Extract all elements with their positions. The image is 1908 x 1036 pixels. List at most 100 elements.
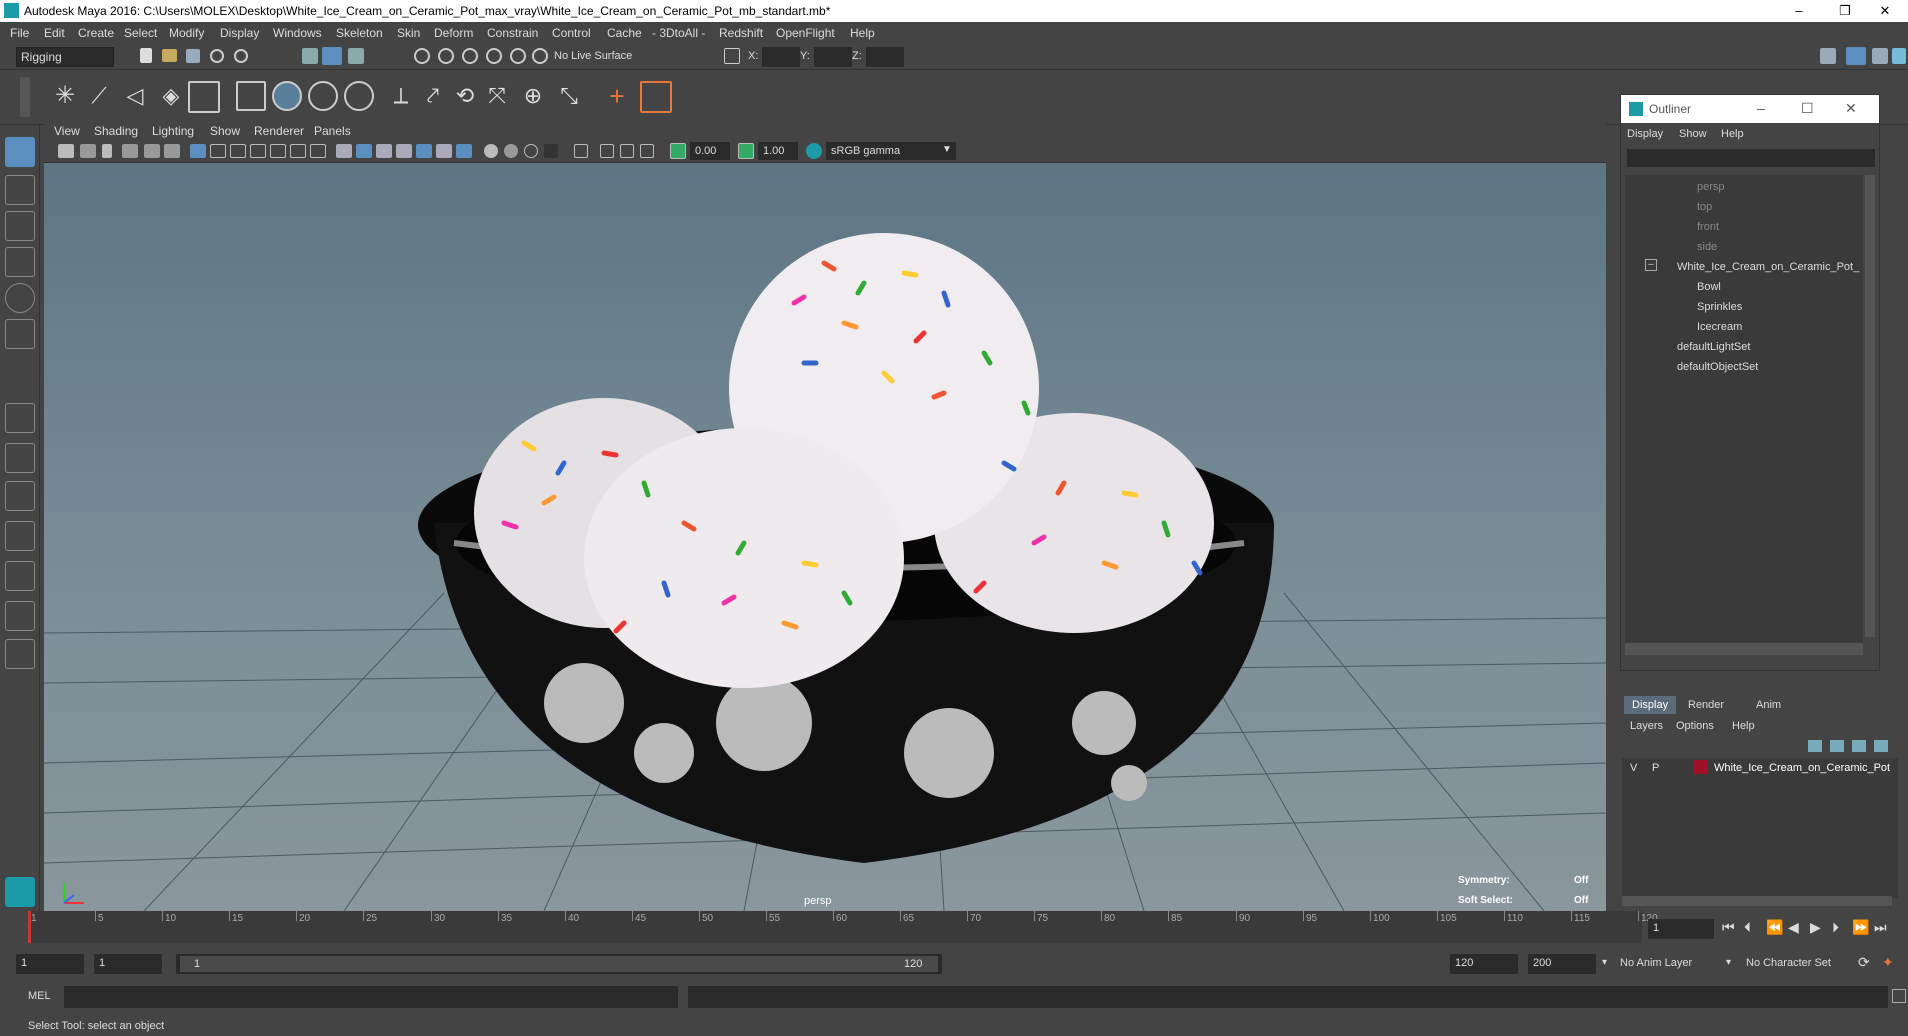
time-slider-track[interactable]: 1 5 10 15 20 25 30 35 40 45 50 55 60 65 70 75 80 85 90 95 10… <box>28 911 1658 943</box>
joint-tool-icon[interactable]: ✳ <box>52 83 78 109</box>
undo-icon[interactable] <box>210 49 224 63</box>
layer-menu-help[interactable]: Help <box>1732 720 1755 732</box>
lasso-tool-icon[interactable] <box>5 175 35 205</box>
select-object-icon[interactable] <box>322 47 342 65</box>
bind-skin-icon[interactable] <box>236 81 266 111</box>
camera-select-icon[interactable] <box>58 144 74 158</box>
viewport-scene[interactable]: persp Symmetry: Off Soft Select: Off <box>44 163 1606 911</box>
script-editor-icon[interactable] <box>1892 989 1906 1003</box>
outliner-item-side[interactable]: side <box>1697 241 1717 253</box>
step-forward-icon[interactable]: ⏵ <box>1832 919 1839 936</box>
persp-outliner-layout-icon[interactable] <box>5 521 35 551</box>
y-field[interactable] <box>814 47 852 67</box>
lattice-icon[interactable]: ⤤ <box>420 83 446 109</box>
xray-joints-icon[interactable] <box>620 144 634 158</box>
menu-redshift[interactable]: Redshift <box>719 26 763 40</box>
two-d-pan-icon[interactable] <box>144 144 160 158</box>
redo-icon[interactable] <box>234 49 248 63</box>
orient-joint-icon[interactable]: ◈ <box>158 83 184 109</box>
snap-grid-icon[interactable] <box>414 48 430 64</box>
menu-cache[interactable]: Cache <box>607 26 642 40</box>
gamma-field[interactable]: 1.00 <box>758 142 798 160</box>
outliner-vscrollbar[interactable] <box>1865 175 1875 637</box>
isolate-select-icon[interactable] <box>574 144 588 158</box>
field-chart-icon[interactable] <box>270 144 286 158</box>
outliner-menu-show[interactable]: Show <box>1679 128 1707 140</box>
menu-edit[interactable]: Edit <box>44 26 65 40</box>
snap-surface-icon[interactable] <box>510 48 526 64</box>
wireframe-icon[interactable] <box>336 144 352 158</box>
move-layer-up-icon[interactable] <box>1808 740 1822 752</box>
render-view-icon[interactable] <box>1820 48 1836 64</box>
outliner-item-persp[interactable]: persp <box>1697 181 1725 193</box>
wireframe-on-shaded-icon[interactable] <box>396 144 412 158</box>
command-language-label[interactable]: MEL <box>28 990 51 1002</box>
menu-help[interactable]: Help <box>850 26 875 40</box>
channel-box-icon[interactable] <box>1892 48 1906 64</box>
select-component-icon[interactable] <box>348 48 364 64</box>
use-all-lights-icon[interactable] <box>436 144 452 158</box>
menu-skeleton[interactable]: Skeleton <box>336 26 383 40</box>
view-transform-dropdown[interactable]: sRGB gamma <box>826 142 956 160</box>
animation-end-field[interactable]: 200 <box>1528 954 1596 974</box>
menu-deform[interactable]: Deform <box>434 26 473 40</box>
range-slider-handle[interactable] <box>180 956 938 972</box>
depth-of-field-icon[interactable] <box>544 144 558 158</box>
persp-graph-layout-icon[interactable] <box>5 561 35 591</box>
single-pane-layout-icon[interactable] <box>5 403 35 433</box>
step-forward-key-icon[interactable]: ⏩ <box>1852 919 1869 936</box>
menu-windows[interactable]: Windows <box>273 26 322 40</box>
outliner-item-top[interactable]: top <box>1697 201 1712 213</box>
color-management-icon[interactable] <box>806 143 822 159</box>
menu-skin[interactable]: Skin <box>397 26 420 40</box>
exposure-icon[interactable] <box>670 143 686 159</box>
aim-constraint-icon[interactable]: ⤡ <box>556 83 582 109</box>
wrap-icon[interactable]: ⟲ <box>452 83 478 109</box>
time-slider[interactable]: 1 5 10 15 20 25 30 35 40 45 50 55 60 65 70 75 80 85 90 95 10… <box>0 911 1908 947</box>
outliner-menu-display[interactable]: Display <box>1627 128 1663 140</box>
menu-modify[interactable]: Modify <box>169 26 204 40</box>
layer-menu-options[interactable]: Options <box>1676 720 1714 732</box>
current-frame-field[interactable]: 1 <box>1648 919 1714 939</box>
layer-tab-display[interactable]: Display <box>1624 696 1677 714</box>
exposure-field[interactable]: 0.00 <box>690 142 730 160</box>
open-scene-icon[interactable] <box>162 49 177 62</box>
absolute-transform-icon[interactable] <box>724 48 740 64</box>
new-empty-layer-icon[interactable] <box>1852 740 1866 752</box>
rotate-tool-icon[interactable] <box>5 283 35 313</box>
minimize-button[interactable]: – <box>1776 0 1822 22</box>
menu-select[interactable]: Select <box>124 26 157 40</box>
workspace-icon[interactable] <box>1846 47 1866 65</box>
play-forwards-icon[interactable]: ▶ <box>1810 919 1821 936</box>
new-layer-from-selected-icon[interactable] <box>1874 740 1888 752</box>
textured-icon[interactable] <box>416 144 432 158</box>
step-back-key-icon[interactable]: ⏪ <box>1766 919 1783 936</box>
multisample-aa-icon[interactable] <box>524 144 538 158</box>
layer-visibility-toggle[interactable]: V <box>1630 762 1637 774</box>
outliner-item-front[interactable]: front <box>1697 221 1719 233</box>
default-material-icon[interactable] <box>376 144 392 158</box>
current-time-indicator[interactable] <box>28 911 31 943</box>
vp-menu-lighting[interactable]: Lighting <box>152 124 194 138</box>
gamma-icon[interactable] <box>738 143 754 159</box>
hypershade-layout-icon[interactable] <box>5 601 35 631</box>
layer-name[interactable]: White_Ice_Cream_on_Ceramic_Pot <box>1714 762 1890 774</box>
blendshape-icon[interactable]: ⤧ <box>484 83 510 109</box>
snap-point-icon[interactable] <box>462 48 478 64</box>
layer-hscrollbar[interactable] <box>1622 896 1892 906</box>
layer-menu-layers[interactable]: Layers <box>1630 720 1663 732</box>
smooth-bind-icon[interactable] <box>272 81 302 111</box>
bookmark-icon[interactable] <box>102 144 112 158</box>
ik-spline-icon[interactable]: ◁ <box>122 83 148 109</box>
move-tool-icon[interactable] <box>5 247 35 277</box>
anim-layer-chevron-icon[interactable]: ▾ <box>1602 957 1607 968</box>
snap-curve-icon[interactable] <box>438 48 454 64</box>
go-to-end-icon[interactable]: ⏭ <box>1874 919 1887 936</box>
animation-prefs-icon[interactable]: ✦ <box>1882 954 1894 971</box>
outliner-minimize-button[interactable]: – <box>1757 100 1765 116</box>
menu-3dtoall[interactable]: - 3DtoAll - <box>652 26 705 40</box>
scale-tool-icon[interactable] <box>5 319 35 349</box>
auto-key-icon[interactable]: ⟳ <box>1858 954 1870 971</box>
menu-control[interactable]: Control <box>552 26 591 40</box>
smooth-shade-icon[interactable] <box>356 144 372 158</box>
